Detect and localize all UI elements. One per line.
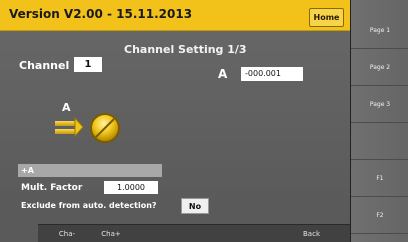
home-button[interactable]: Home	[309, 8, 344, 27]
sidebar-item-empty[interactable]	[351, 123, 408, 160]
channel-label: Channel	[19, 59, 70, 72]
exclude-label: Exclude from auto. detection?	[21, 201, 157, 210]
version-text: Version V2.00 - 15.11.2013	[9, 7, 193, 21]
page-title: Channel Setting 1/3	[124, 43, 247, 56]
section-label: +A	[21, 166, 34, 175]
sidebar-item-page-3[interactable]: Page 3	[351, 86, 408, 123]
mult-factor-input[interactable]: 1.0000	[104, 181, 158, 194]
a-value-field[interactable]: -000.001	[241, 67, 303, 81]
svg-text:A: A	[62, 101, 71, 114]
channel-input[interactable]: 1	[74, 57, 102, 72]
top-bar: Version V2.00 - 15.11.2013 Home	[0, 0, 350, 31]
section-bar: +A	[18, 164, 162, 177]
a-label: A	[218, 67, 228, 81]
bottom-toolbar: Cha- Cha+ Back	[38, 224, 354, 242]
back-button[interactable]: Back	[294, 225, 329, 242]
exclude-toggle-button[interactable]: No	[181, 198, 209, 214]
sensor-icon: A	[55, 101, 120, 143]
sidebar-item-f1[interactable]: F1	[351, 160, 408, 197]
sidebar-item-page-1[interactable]: Page 1	[351, 12, 408, 49]
channel-plus-button[interactable]: Cha+	[94, 225, 128, 242]
sidebar-item-page-2[interactable]: Page 2	[351, 49, 408, 86]
channel-minus-button[interactable]: Cha-	[52, 225, 82, 242]
device-screen: Version V2.00 - 15.11.2013 Home Channel …	[0, 0, 408, 242]
mult-factor-label: Mult. Factor	[21, 183, 83, 193]
right-sidebar: Page 1 Page 2 Page 3 F1 F2	[350, 0, 408, 242]
sidebar-item-f2[interactable]: F2	[351, 197, 408, 234]
